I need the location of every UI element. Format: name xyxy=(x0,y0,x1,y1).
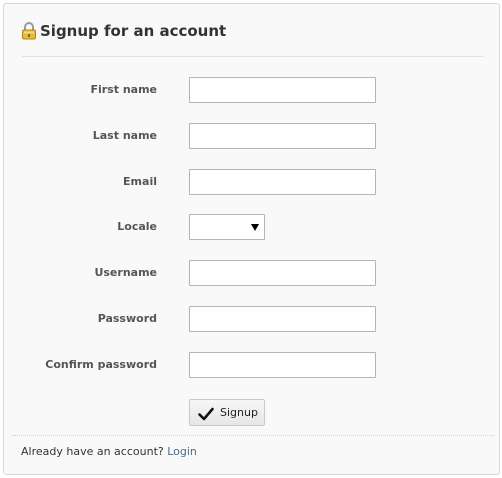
signup-button-label: Signup xyxy=(220,406,258,419)
password-label: Password xyxy=(97,312,157,325)
email-row: Email xyxy=(4,169,499,195)
signup-button[interactable]: Signup xyxy=(189,399,265,426)
login-link[interactable]: Login xyxy=(167,445,197,458)
lock-icon xyxy=(21,22,37,40)
username-label: Username xyxy=(94,266,157,279)
username-input[interactable] xyxy=(189,260,376,286)
locale-label: Locale xyxy=(117,220,157,233)
confirm-password-label: Confirm password xyxy=(45,358,157,371)
last-name-input[interactable] xyxy=(189,123,376,149)
email-label: Email xyxy=(123,175,157,188)
footer-prompt: Already have an account? xyxy=(21,445,164,458)
confirm-password-input[interactable] xyxy=(189,352,376,378)
first-name-input[interactable] xyxy=(189,77,376,103)
footer: Already have an account? Login xyxy=(21,445,197,458)
last-name-row: Last name xyxy=(4,123,499,149)
locale-row: Locale xyxy=(4,214,499,240)
password-input[interactable] xyxy=(189,306,376,332)
username-row: Username xyxy=(4,260,499,286)
checkmark-icon xyxy=(198,406,214,420)
dropdown-arrow-icon xyxy=(251,224,259,231)
footer-divider xyxy=(12,435,494,436)
first-name-label: First name xyxy=(90,83,157,96)
header-divider xyxy=(22,56,484,57)
signup-panel: Signup for an account First name Last na… xyxy=(3,3,500,475)
last-name-label: Last name xyxy=(92,129,157,142)
panel-header: Signup for an account xyxy=(21,20,226,42)
first-name-row: First name xyxy=(4,77,499,103)
password-row: Password xyxy=(4,306,499,332)
page-title: Signup for an account xyxy=(40,22,227,40)
locale-select[interactable] xyxy=(189,214,265,240)
confirm-password-row: Confirm password xyxy=(4,352,499,378)
email-input[interactable] xyxy=(189,169,376,195)
